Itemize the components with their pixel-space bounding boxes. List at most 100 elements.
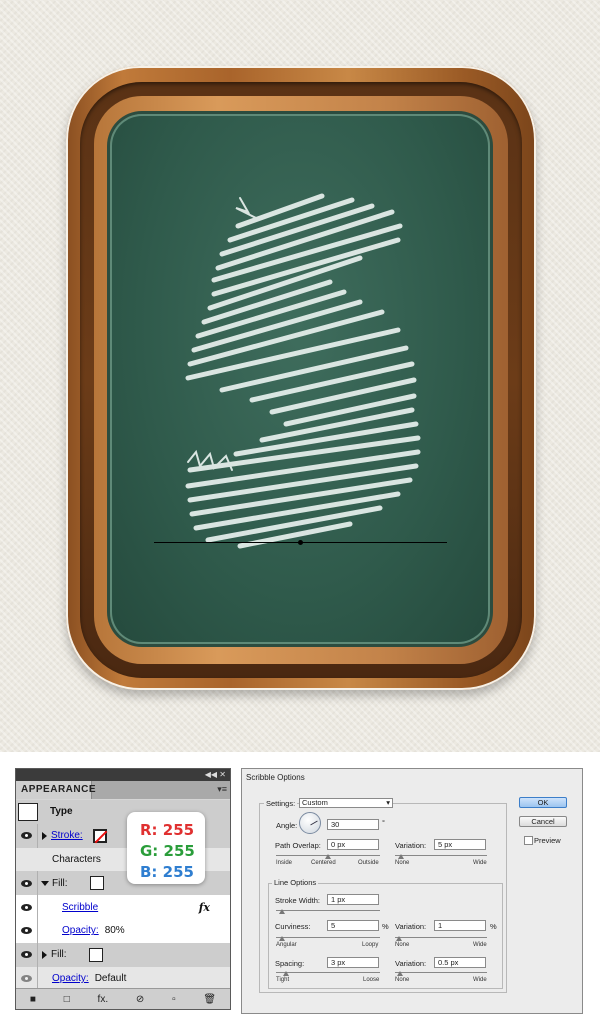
- panel-menu-icon[interactable]: ▾≡: [217, 784, 227, 795]
- preview-checkbox[interactable]: [524, 836, 533, 845]
- curviness-thumb[interactable]: [279, 936, 285, 941]
- overlap-variation-slider[interactable]: [395, 855, 487, 856]
- clear-appearance-icon[interactable]: ⊘: [136, 994, 144, 1005]
- eye-icon: [21, 903, 32, 911]
- chalk-stroke: [283, 393, 417, 427]
- cancel-button[interactable]: Cancel: [519, 816, 567, 827]
- duplicate-item-icon[interactable]: ▫: [172, 994, 176, 1005]
- overlap-scale-centered: Centered: [311, 860, 336, 866]
- appearance-row-fill-2[interactable]: Fill:: [16, 942, 230, 967]
- delete-item-icon[interactable]: 🗑: [203, 994, 216, 1005]
- stroke-label[interactable]: Stroke:: [51, 830, 83, 841]
- line-options-label: Line Options: [272, 878, 319, 887]
- visibility-toggle[interactable]: [16, 871, 38, 896]
- angle-label: Angle:: [276, 821, 298, 830]
- settings-value: Custom: [302, 798, 328, 807]
- rgb-color-callout: R: 255 G: 255 B: 255: [127, 812, 205, 884]
- spacing-thumb[interactable]: [283, 971, 289, 976]
- expand-triangle-icon[interactable]: [42, 831, 47, 840]
- appearance-row-opacity[interactable]: Opacity: 80%: [16, 918, 230, 943]
- object-opacity-link[interactable]: Opacity:: [52, 973, 89, 984]
- fill-white-swatch[interactable]: [89, 876, 104, 891]
- chevron-down-icon: ▾: [386, 798, 390, 807]
- path-overlap-label: Path Overlap:: [275, 841, 321, 850]
- angle-dial[interactable]: [299, 812, 321, 834]
- curviness-slider[interactable]: [276, 937, 380, 938]
- panel-bottom-toolbar: ■ □ fx. ⊘ ▫ 🗑: [16, 988, 230, 1009]
- overlap-var-scale-none: None: [395, 860, 410, 866]
- opacity-value: 80%: [104, 925, 125, 937]
- spacing-variation-input[interactable]: 0.5 px: [434, 957, 486, 968]
- visibility-toggle[interactable]: [16, 918, 38, 943]
- panel-collapse-controls[interactable]: ◀◀ ✕: [16, 769, 230, 781]
- characters-label: Characters: [52, 853, 101, 865]
- spacing-variation-slider[interactable]: [395, 972, 487, 973]
- spacing-variation-thumb[interactable]: [397, 971, 403, 976]
- add-stroke-icon[interactable]: ■: [30, 994, 36, 1005]
- rgb-green-value: G: 255: [140, 842, 195, 860]
- curviness-unit: %: [382, 922, 389, 931]
- spacing-slider[interactable]: [276, 972, 380, 973]
- angle-input[interactable]: 30: [327, 819, 379, 830]
- spacing-variation-label: Variation:: [395, 959, 427, 968]
- path-overlap-input[interactable]: 0 px: [327, 839, 379, 850]
- eye-icon: [21, 927, 32, 935]
- fill-white-swatch-2[interactable]: [88, 947, 103, 962]
- spacing-var-scale-none: None: [395, 977, 410, 983]
- chalk-stroke: [249, 361, 415, 403]
- type-label: Type: [50, 806, 73, 818]
- rgb-blue-value: B: 255: [140, 863, 194, 881]
- dialog-title: Scribble Options: [246, 773, 305, 782]
- overlap-variation-thumb[interactable]: [398, 854, 404, 859]
- spacing-var-scale-wide: Wide: [473, 977, 487, 983]
- overlap-variation-label: Variation:: [395, 841, 427, 850]
- type-thumbnail: [18, 802, 38, 821]
- appearance-panel: ◀◀ ✕ APPEARANCE ▾≡ Type Stroke: Characte…: [15, 768, 231, 1010]
- overlap-variation-input[interactable]: 5 px: [434, 839, 486, 850]
- scribble-effect-link[interactable]: Scribble: [62, 902, 98, 913]
- curviness-input[interactable]: 5: [327, 920, 379, 931]
- overlap-scale-outside: Outside: [358, 860, 379, 866]
- visibility-toggle[interactable]: [16, 895, 38, 919]
- stroke-width-thumb[interactable]: [279, 909, 285, 914]
- visibility-toggle[interactable]: [16, 823, 38, 848]
- fill-label-2: Fill:: [51, 949, 67, 961]
- add-effect-icon[interactable]: fx.: [98, 994, 109, 1005]
- curviness-variation-slider[interactable]: [395, 937, 487, 938]
- collapse-triangle-icon[interactable]: [41, 880, 49, 886]
- chalk-stroke: [269, 377, 417, 415]
- curviness-scale-angular: Angular: [276, 942, 297, 948]
- settings-dropdown[interactable]: Custom ▾: [299, 798, 393, 808]
- preview-label: Preview: [534, 836, 561, 845]
- settings-label: Settings:: [264, 799, 298, 808]
- rgb-red-value: R: 255: [140, 821, 195, 839]
- angle-unit: °: [382, 818, 385, 827]
- scribbled-number-five[interactable]: [0, 0, 600, 752]
- curviness-variation-input[interactable]: 1: [434, 920, 486, 931]
- appearance-row-scribble[interactable]: Scribble fx: [16, 895, 230, 919]
- eye-icon: [21, 879, 32, 887]
- spacing-input[interactable]: 3 px: [327, 957, 379, 968]
- spacing-label: Spacing:: [275, 959, 305, 968]
- visibility-toggle[interactable]: [16, 942, 38, 967]
- fx-icon: fx: [198, 900, 210, 914]
- spacing-scale-tight: Tight: [276, 977, 290, 983]
- add-fill-icon[interactable]: □: [64, 994, 70, 1005]
- stroke-width-input[interactable]: 1 px: [327, 894, 379, 905]
- curviness-variation-thumb[interactable]: [396, 936, 402, 941]
- expand-triangle-icon[interactable]: [42, 950, 47, 959]
- visibility-toggle[interactable]: [16, 966, 38, 991]
- appearance-row-object-opacity[interactable]: Opacity: Default: [16, 966, 230, 991]
- path-overlap-thumb[interactable]: [325, 854, 331, 859]
- overlap-scale-inside: Inside: [276, 860, 293, 866]
- opacity-link[interactable]: Opacity:: [62, 925, 99, 936]
- ok-button[interactable]: OK: [519, 797, 567, 808]
- spacing-scale-loose: Loose: [363, 977, 380, 983]
- object-opacity-value: Default: [94, 972, 127, 984]
- scribble-options-dialog: Scribble Options Settings: Custom ▾ Angle…: [241, 768, 583, 1014]
- stroke-width-slider[interactable]: [276, 910, 380, 911]
- eye-icon: [21, 951, 32, 959]
- stroke-none-swatch[interactable]: [92, 828, 107, 843]
- tab-appearance[interactable]: APPEARANCE: [16, 781, 96, 799]
- text-anchor-point[interactable]: [298, 540, 303, 545]
